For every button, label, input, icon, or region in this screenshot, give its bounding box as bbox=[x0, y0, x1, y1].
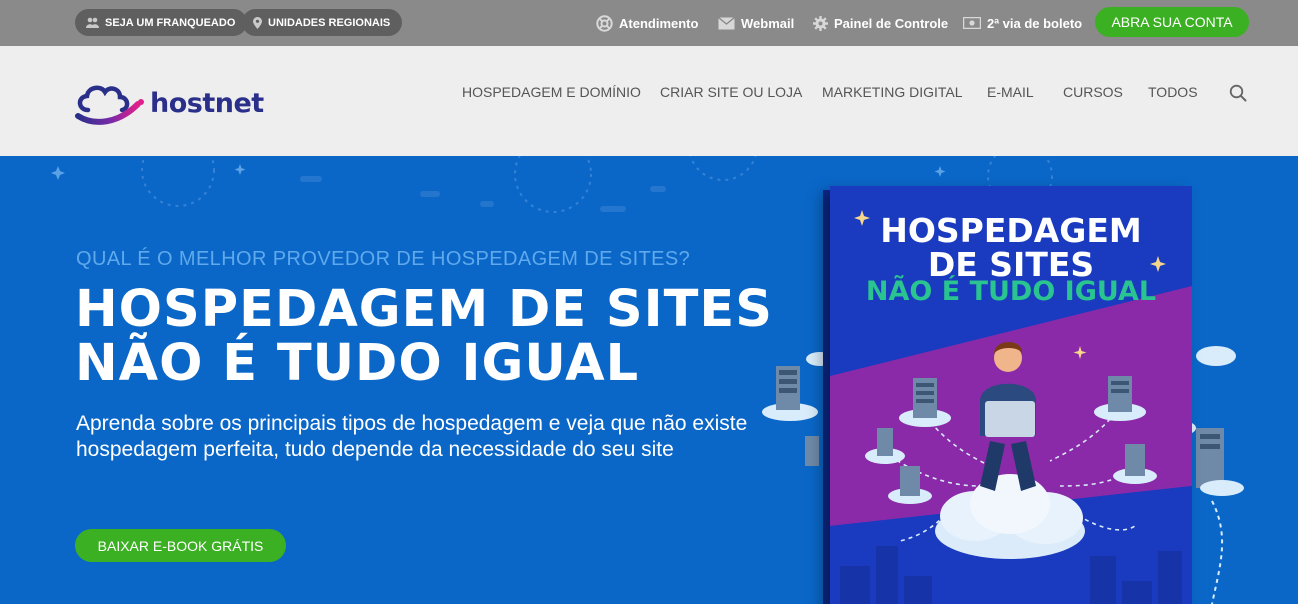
download-ebook-button[interactable]: BAIXAR E-BOOK GRÁTIS bbox=[75, 529, 286, 562]
site-header: hostnet HOSPEDAGEM E DOMÍNIO CRIAR SITE … bbox=[0, 46, 1298, 156]
nav-create-site[interactable]: CRIAR SITE OU LOJA bbox=[660, 84, 802, 104]
hero-banner: QUAL É O MELHOR PROVEDOR DE HOSPEDAGEM D… bbox=[0, 156, 1298, 604]
envelope-icon bbox=[718, 16, 735, 29]
headline-line-1: HOSPEDAGEM DE SITES bbox=[75, 280, 773, 339]
nav-digital-marketing[interactable]: MARKETING DIGITAL bbox=[822, 84, 963, 104]
logo-text: hostnet bbox=[150, 87, 264, 119]
hero-subtitle: Aprenda sobre os principais tipos de hos… bbox=[76, 412, 748, 461]
nav-courses[interactable]: CURSOS bbox=[1063, 84, 1123, 104]
ebook-title: HOSPEDAGEM DE SITES bbox=[830, 214, 1192, 282]
money-icon bbox=[963, 17, 981, 29]
webmail-link[interactable]: Webmail bbox=[718, 13, 794, 33]
nav-hosting-domain[interactable]: HOSPEDAGEM E DOMÍNIO bbox=[462, 84, 641, 104]
gear-icon bbox=[813, 15, 828, 31]
control-panel-link[interactable]: Painel de Controle bbox=[813, 13, 948, 33]
ebook-subtitle: NÃO É TUDO IGUAL bbox=[865, 276, 1157, 307]
hostnet-logo[interactable]: hostnet bbox=[74, 78, 279, 128]
support-link[interactable]: Atendimento bbox=[596, 13, 698, 33]
ebook-cover[interactable]: HOSPEDAGEM DE SITES NÃO É TUDO IGUAL bbox=[830, 186, 1192, 604]
headline-line-2: NÃO É TUDO IGUAL bbox=[75, 334, 640, 393]
support-label: Atendimento bbox=[619, 15, 699, 31]
boleto-link[interactable]: 2ª via de boleto bbox=[963, 13, 1082, 33]
nav-email[interactable]: E-MAIL bbox=[987, 84, 1034, 104]
open-account-button[interactable]: ABRA SUA CONTA bbox=[1095, 7, 1249, 37]
top-bar: SEJA UM FRANQUEADO UNIDADES REGIONAIS At… bbox=[0, 0, 1298, 46]
franchise-label: SEJA UM FRANQUEADO bbox=[105, 16, 236, 29]
users-icon bbox=[86, 17, 99, 28]
hero-headline: HOSPEDAGEM DE SITES NÃO É TUDO IGUAL bbox=[75, 283, 775, 391]
franchise-link[interactable]: SEJA UM FRANQUEADO bbox=[75, 9, 248, 36]
cloud-logo-icon bbox=[75, 85, 144, 125]
nav-all[interactable]: TODOS bbox=[1148, 84, 1198, 104]
control-panel-label: Painel de Controle bbox=[834, 15, 949, 31]
regional-units-link[interactable]: UNIDADES REGIONAIS bbox=[242, 9, 403, 36]
regional-label: UNIDADES REGIONAIS bbox=[268, 16, 391, 29]
webmail-label: Webmail bbox=[741, 15, 795, 31]
boleto-label: 2ª via de boleto bbox=[987, 15, 1083, 31]
search-icon[interactable] bbox=[1229, 84, 1247, 102]
hero-kicker: QUAL É O MELHOR PROVEDOR DE HOSPEDAGEM D… bbox=[76, 248, 691, 270]
lifebuoy-icon bbox=[596, 14, 613, 32]
map-pin-icon bbox=[253, 16, 262, 29]
